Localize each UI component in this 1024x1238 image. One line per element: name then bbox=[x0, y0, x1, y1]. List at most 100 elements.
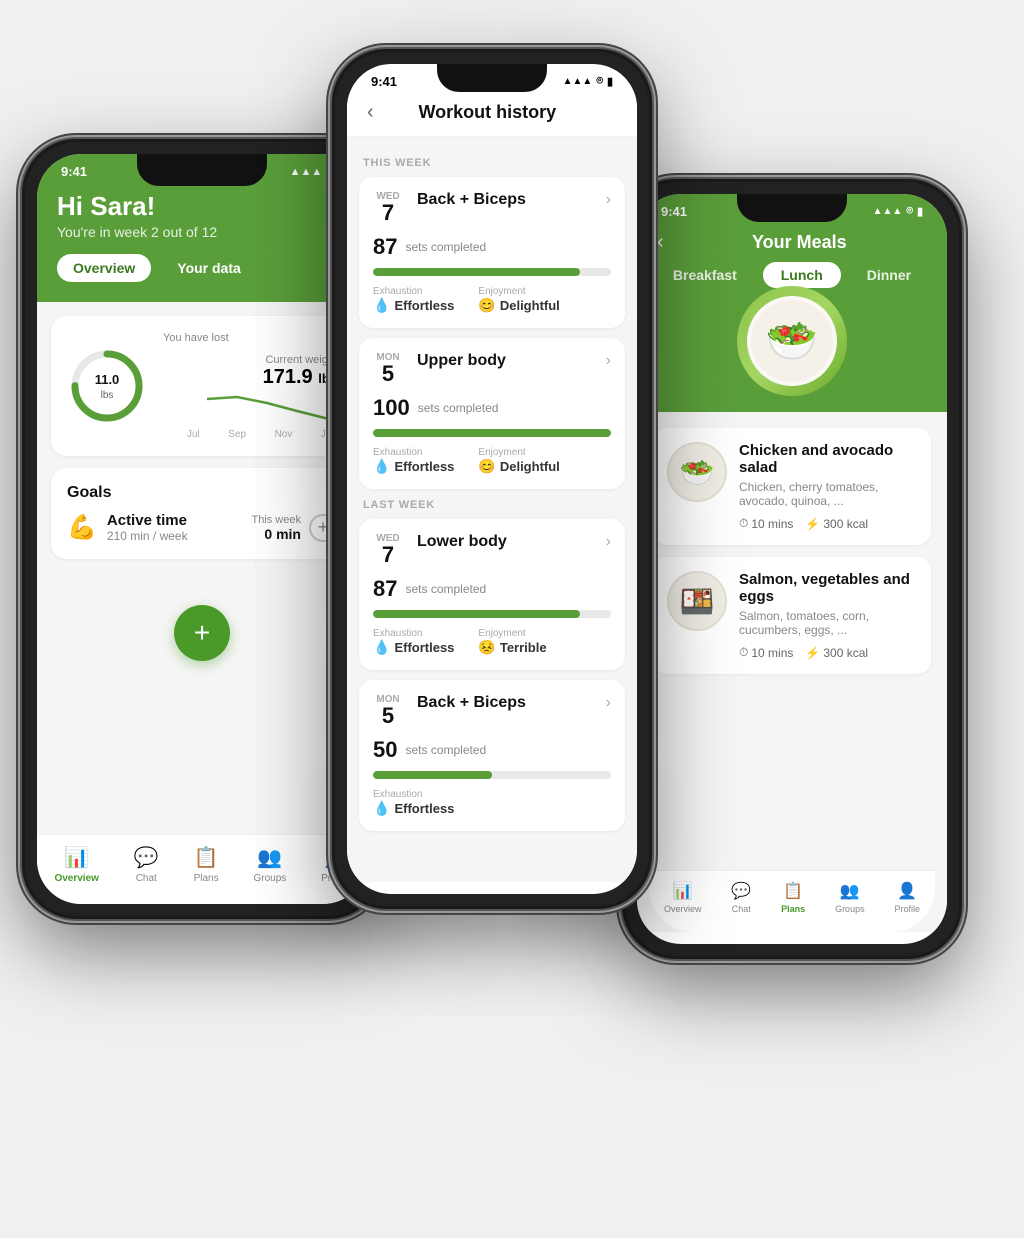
goal-right: This week 0 min + bbox=[251, 514, 337, 542]
signal-icon-mid: ▲▲▲ bbox=[563, 76, 593, 87]
subtitle-text: You're in week 2 out of 12 bbox=[57, 224, 347, 240]
exhaustion-val-0: Effortless bbox=[394, 298, 454, 313]
nav-r-overview[interactable]: 📊 Overview bbox=[664, 881, 702, 914]
day-num-1: 5 bbox=[382, 363, 394, 385]
workout-card-1[interactable]: MON 5 Upper body › 100 sets complet bbox=[359, 338, 625, 489]
time-mid: 9:41 bbox=[371, 74, 397, 89]
exhaustion-emoji-3: 💧 bbox=[373, 800, 390, 817]
workout-title: Workout history bbox=[382, 102, 593, 123]
back-button-workout[interactable]: ‹ bbox=[367, 101, 374, 124]
workout-pct-1: 100 bbox=[373, 395, 410, 421]
nav-chat-icon: 💬 bbox=[134, 845, 159, 870]
workout-date-2: WED 7 bbox=[373, 533, 403, 566]
workout-card-header-1: MON 5 Upper body › bbox=[373, 352, 611, 385]
goal-row-active-time: 💪 Active time 210 min / week Thi bbox=[67, 512, 337, 543]
workout-card-0[interactable]: WED 7 Back + Biceps › 87 sets compl bbox=[359, 177, 625, 328]
exhaustion-val-2: Effortless bbox=[394, 640, 454, 655]
progress-fill-3 bbox=[373, 771, 492, 779]
nav-r-profile[interactable]: 👤 Profile bbox=[894, 881, 920, 914]
workout-date-1: MON 5 bbox=[373, 352, 403, 385]
workout-arrow-1: › bbox=[606, 352, 611, 370]
nav-groups[interactable]: 👥 Groups bbox=[253, 845, 286, 884]
day-num-2: 7 bbox=[382, 544, 394, 566]
current-weight-label: Current weight bbox=[265, 354, 337, 366]
back-button-meals[interactable]: ‹ bbox=[657, 231, 664, 254]
workout-name-area-2: Lower body bbox=[417, 533, 606, 551]
status-icons-mid: ▲▲▲ ⌾ ▮ bbox=[563, 75, 613, 88]
workout-card-2[interactable]: WED 7 Lower body › 87 sets complete bbox=[359, 519, 625, 670]
tab-overview[interactable]: Overview bbox=[57, 254, 151, 282]
workout-progress-1: 100 sets completed bbox=[373, 395, 611, 421]
enjoyment-val-0: Delightful bbox=[500, 298, 560, 313]
svg-text:11.0: 11.0 bbox=[95, 372, 120, 387]
workout-meta-3: Exhaustion 💧 Effortless bbox=[373, 789, 611, 817]
progress-track-1 bbox=[373, 429, 611, 437]
time-left: 9:41 bbox=[61, 164, 87, 179]
workout-card-3[interactable]: MON 5 Back + Biceps › 50 sets compl bbox=[359, 680, 625, 831]
tab-your-data[interactable]: Your data bbox=[161, 254, 257, 282]
nav-r-plans-icon: 📋 bbox=[783, 881, 803, 901]
workout-pct-3: 50 bbox=[373, 737, 397, 763]
fab-add-button[interactable]: + bbox=[174, 605, 230, 661]
meal-card-0[interactable]: 🥗 Chicken and avocado salad Chicken, che… bbox=[653, 428, 931, 545]
meals-body: 🥗 Chicken and avocado salad Chicken, che… bbox=[637, 412, 947, 932]
weight-card: 11.0 lbs You have lost Current bbox=[51, 316, 353, 456]
pct-label-2: sets completed bbox=[405, 582, 486, 596]
wifi-icon-mid: ⌾ bbox=[596, 75, 603, 88]
meal-info-1: Salmon, vegetables and eggs Salmon, toma… bbox=[739, 571, 917, 660]
chart-label-nov: Nov bbox=[275, 429, 293, 440]
meal-info-0: Chicken and avocado salad Chicken, cherr… bbox=[739, 442, 917, 531]
nav-overview[interactable]: 📊 Overview bbox=[54, 845, 98, 884]
bottom-nav-left: 📊 Overview 💬 Chat 📋 Plans 👥 bbox=[37, 834, 367, 904]
goals-title: Goals bbox=[67, 484, 337, 502]
progress-track-2 bbox=[373, 610, 611, 618]
nav-r-chat[interactable]: 💬 Chat bbox=[731, 881, 751, 914]
nav-plans[interactable]: 📋 Plans bbox=[194, 845, 219, 884]
workout-screen: 9:41 ▲▲▲ ⌾ ▮ ‹ Workout history bbox=[347, 64, 637, 894]
notch-mid bbox=[437, 64, 547, 92]
meal-cal-1: ⚡ 300 kcal bbox=[805, 645, 868, 660]
exhaustion-emoji-2: 💧 bbox=[373, 639, 390, 656]
exhaustion-emoji-0: 💧 bbox=[373, 297, 390, 314]
meal-desc-1: Salmon, tomatoes, corn, cucumbers, eggs,… bbox=[739, 609, 917, 637]
goal-week-label: This week bbox=[251, 514, 301, 526]
workout-meta-0: Exhaustion 💧 Effortless Enjoyment bbox=[373, 286, 611, 314]
goal-left: 💪 Active time 210 min / week bbox=[67, 512, 188, 543]
pct-label-0: sets completed bbox=[405, 240, 486, 254]
tab-breakfast[interactable]: Breakfast bbox=[655, 262, 755, 288]
lightning-icon-1: ⚡ bbox=[805, 646, 820, 660]
clock-icon-1: ⏱ bbox=[739, 645, 748, 660]
meal-emoji-1: 🍱 bbox=[680, 585, 715, 618]
notch-right bbox=[737, 194, 847, 222]
nav-r-plans[interactable]: 📋 Plans bbox=[781, 881, 805, 914]
day-num-3: 5 bbox=[382, 705, 394, 727]
meal-card-1[interactable]: 🍱 Salmon, vegetables and eggs Salmon, to… bbox=[653, 557, 931, 674]
tab-lunch[interactable]: Lunch bbox=[763, 262, 841, 288]
hero-food-image: 🥗 bbox=[737, 286, 847, 396]
overview-screen: 9:41 ▲▲▲ ⌾ ▮ Hi Sara! You're in week 2 o… bbox=[37, 154, 367, 904]
progress-fill-2 bbox=[373, 610, 580, 618]
nav-chat[interactable]: 💬 Chat bbox=[134, 845, 159, 884]
enjoyment-2: Enjoyment 😣 Terrible bbox=[478, 628, 546, 656]
workout-meta-2: Exhaustion 💧 Effortless Enjoyment bbox=[373, 628, 611, 656]
chart-label-jul: Jul bbox=[187, 429, 200, 440]
meals-nav: ‹ Your Meals bbox=[657, 231, 927, 254]
meal-name-1: Salmon, vegetables and eggs bbox=[739, 571, 917, 605]
current-weight-number: 171.9 bbox=[263, 366, 313, 388]
progress-fill-0 bbox=[373, 268, 580, 276]
day-num-0: 7 bbox=[382, 202, 394, 224]
workout-date-0: WED 7 bbox=[373, 191, 403, 224]
tab-dinner[interactable]: Dinner bbox=[849, 262, 929, 288]
pct-label-1: sets completed bbox=[418, 401, 499, 415]
exhaustion-2: Exhaustion 💧 Effortless bbox=[373, 628, 454, 656]
nav-r-profile-label: Profile bbox=[894, 904, 920, 914]
nav-r-overview-icon: 📊 bbox=[673, 881, 693, 901]
workout-progress-3: 50 sets completed bbox=[373, 737, 611, 763]
workout-arrow-3: › bbox=[606, 694, 611, 712]
phone-screen-right: 9:41 ▲▲▲ ⌾ ▮ ‹ Your Meals bbox=[637, 194, 947, 944]
nav-r-groups[interactable]: 👥 Groups bbox=[835, 881, 865, 914]
overview-cards: 11.0 lbs You have lost Current bbox=[37, 302, 367, 585]
nav-r-profile-icon: 👤 bbox=[897, 881, 917, 901]
phone-inner-mid: 9:41 ▲▲▲ ⌾ ▮ ‹ Workout history bbox=[335, 52, 649, 906]
phone-meals: 9:41 ▲▲▲ ⌾ ▮ ‹ Your Meals bbox=[622, 179, 962, 959]
